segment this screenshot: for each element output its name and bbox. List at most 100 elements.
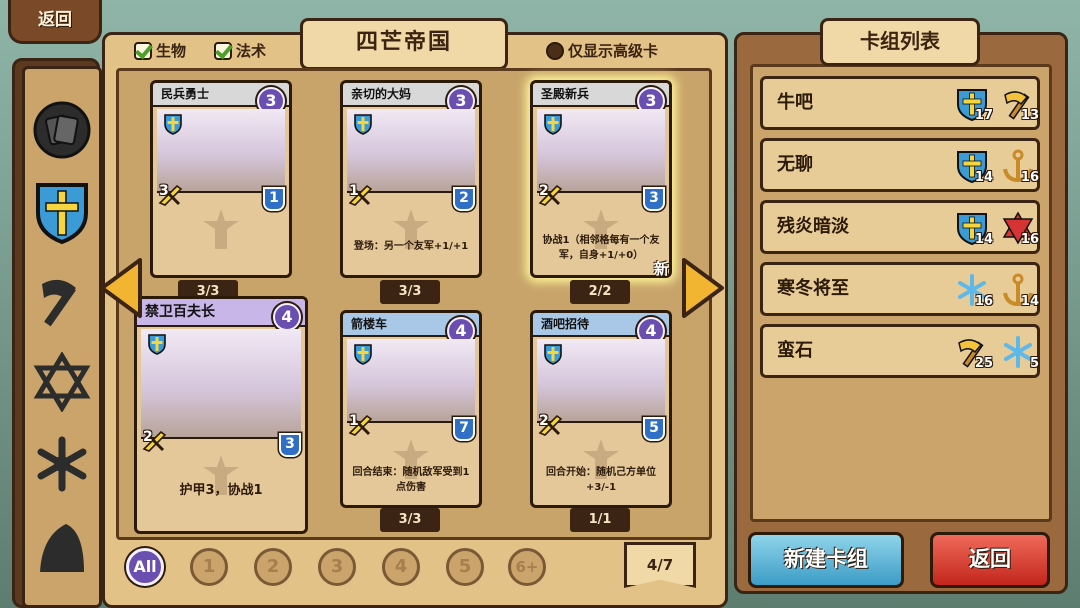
card-attack: 1: [349, 413, 359, 429]
cost-filter-all[interactable]: All: [126, 548, 164, 586]
cost-filter-3[interactable]: 3: [318, 548, 356, 586]
card-4[interactable]: 禁卫百夫长 4 2 3 护甲3，协战1: [134, 296, 308, 534]
faction-shield-icon: [353, 113, 373, 135]
card-count: 3/3: [380, 280, 440, 304]
card-art: [157, 109, 285, 193]
card-attack: 2: [143, 429, 153, 445]
cost-filter-6plus[interactable]: 6+: [508, 548, 546, 586]
card-text: 回合结束：随机敌军受到1点伤害: [352, 467, 470, 493]
prev-page-arrow-icon[interactable]: [98, 256, 144, 320]
category-axe-icon[interactable]: [30, 268, 94, 332]
cost-filter-4[interactable]: 4: [382, 548, 420, 586]
element-count: 14: [974, 170, 993, 185]
cost-filter-5[interactable]: 5: [446, 548, 484, 586]
back-button[interactable]: 返回: [930, 532, 1050, 588]
card-text: 协战1（相邻格每有一个友军，自身+1/+0）: [542, 235, 660, 261]
card-text: 登场：另一个友军+1/+1: [353, 241, 469, 252]
card-health: 7: [453, 417, 475, 441]
card-attack: 2: [539, 413, 549, 429]
deck-item[interactable]: 牛吧 17 13: [760, 76, 1040, 130]
spell-filter[interactable]: 法术: [214, 40, 266, 61]
card-health: 3: [643, 187, 665, 211]
spell-filter-label: 法术: [236, 42, 267, 60]
deck-name: 残炎暗淡: [777, 216, 849, 237]
card-attack: 2: [539, 183, 549, 199]
snowflake-icon: 16: [955, 273, 993, 309]
card-5[interactable]: 箭楼车 4 1 7 回合结束：随机敌军受到1点伤害: [340, 310, 482, 508]
deck-item[interactable]: 残炎暗淡 14 16: [760, 200, 1040, 254]
card-health: 1: [263, 187, 285, 211]
category-hexagram-icon[interactable]: [30, 350, 94, 414]
deck-name: 寒冬将至: [777, 278, 849, 299]
card-6[interactable]: 酒吧招待 4 2 5 回合开始：随机己方单位+3/-1: [530, 310, 672, 508]
holy-shield-icon: 14: [955, 149, 993, 185]
faction-shield-icon: [163, 113, 183, 135]
premium-radio[interactable]: [546, 41, 564, 60]
category-holy-shield-icon[interactable]: [30, 180, 94, 245]
card-text: 护甲3，协战1: [179, 483, 263, 498]
element-count: 14: [1020, 294, 1039, 309]
deck-name: 蛮石: [777, 340, 813, 361]
creature-checkbox[interactable]: [134, 41, 152, 60]
card-2[interactable]: 亲切的大妈 3 1 2 登场：另一个友军+1/+1: [340, 80, 482, 278]
element-count: 5: [1029, 356, 1039, 371]
cost-filter-1[interactable]: 1: [190, 548, 228, 586]
card-art: [537, 109, 665, 193]
axe-icon: 25: [955, 335, 993, 371]
deck-item[interactable]: 无聊 14 16: [760, 138, 1040, 192]
deck-item[interactable]: 蛮石 25 5: [760, 324, 1040, 378]
card-art: [537, 339, 665, 423]
deck-name: 牛吧: [777, 92, 813, 113]
element-count: 16: [1020, 170, 1039, 185]
creature-filter[interactable]: 生物: [134, 40, 186, 61]
card-text: 回合开始：随机己方单位+3/-1: [546, 467, 656, 493]
category-snowflake-icon[interactable]: [30, 432, 94, 496]
faction-shield-icon: [353, 343, 373, 365]
card-3[interactable]: 圣殿新兵 3 2 3 协战1（相邻格每有一个友军，自身+1/+0）: [530, 80, 672, 278]
card-count: 3/3: [380, 508, 440, 532]
card-cost: 4: [273, 303, 301, 331]
premium-filter-label: 仅显示高级卡: [568, 42, 659, 60]
card-health: 2: [453, 187, 475, 211]
axe-icon: 13: [1001, 87, 1039, 123]
card-count: 2/2: [570, 280, 630, 304]
snowflake-icon: 5: [1001, 335, 1039, 371]
card-art: [347, 109, 475, 193]
card-art: [141, 329, 301, 439]
new-deck-button[interactable]: 新建卡组: [748, 532, 904, 588]
top-back-button[interactable]: 返回: [8, 0, 102, 44]
card-attack: 1: [349, 183, 359, 199]
spell-checkbox[interactable]: [214, 41, 232, 60]
card-art: [347, 339, 475, 423]
creature-filter-label: 生物: [156, 42, 187, 60]
faction-shield-icon: [147, 333, 167, 355]
category-card-back-icon[interactable]: [30, 98, 94, 162]
element-count: 16: [1020, 232, 1039, 247]
card-health: 3: [279, 433, 301, 457]
deck-item[interactable]: 寒冬将至 16 14: [760, 262, 1040, 316]
next-page-arrow-icon[interactable]: [680, 256, 726, 320]
holy-shield-icon: 17: [955, 87, 993, 123]
anchor-icon: 14: [1001, 273, 1039, 309]
card-count: 1/1: [570, 508, 630, 532]
element-count: 14: [974, 232, 993, 247]
faction-watermark-icon: [201, 207, 241, 251]
faction-shield-icon: [543, 343, 563, 365]
deck-list-title: 卡组列表: [820, 18, 980, 66]
deck-name: 无聊: [777, 154, 813, 175]
faction-shield-icon: [543, 113, 563, 135]
cost-filter-2[interactable]: 2: [254, 548, 292, 586]
new-card-tag: 新: [654, 260, 670, 278]
element-count: 16: [974, 294, 993, 309]
card-1[interactable]: 民兵勇士 3 3 1: [150, 80, 292, 278]
element-count: 17: [974, 108, 993, 123]
card-health: 5: [643, 417, 665, 441]
hexagram-icon: 16: [1001, 211, 1039, 247]
element-count: 25: [974, 356, 993, 371]
card-attack: 3: [159, 183, 169, 199]
faction-title: 四芒帝国: [300, 18, 508, 70]
anchor-icon: 16: [1001, 149, 1039, 185]
premium-filter[interactable]: 仅显示高级卡: [546, 40, 658, 61]
category-dark-hood-icon[interactable]: [30, 514, 94, 578]
element-count: 13: [1020, 108, 1039, 123]
